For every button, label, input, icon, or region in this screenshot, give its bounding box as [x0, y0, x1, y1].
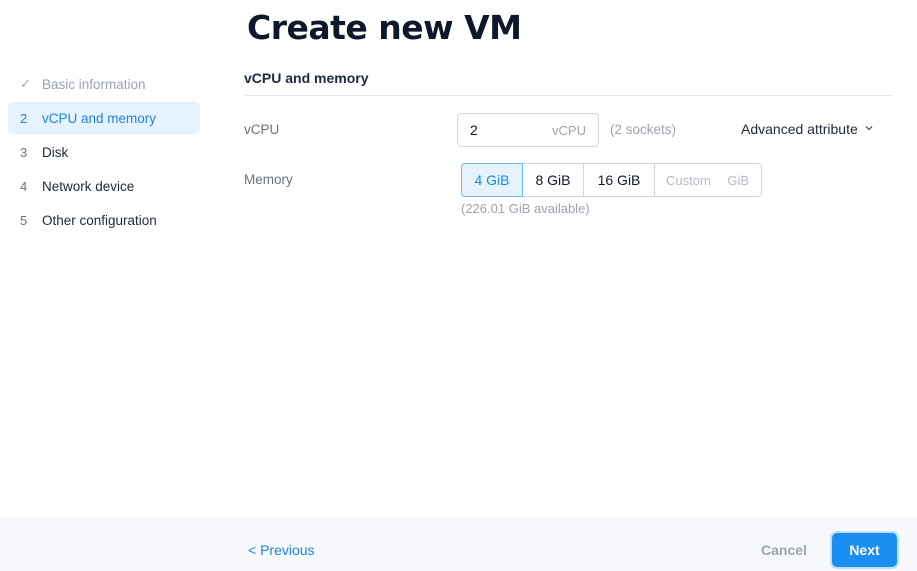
memory-available: (226.01 GiB available): [461, 201, 590, 216]
step-number: 2: [20, 110, 28, 126]
vcpu-unit: vCPU: [552, 122, 586, 138]
check-icon: ✓: [20, 76, 31, 91]
step-basic-information[interactable]: ✓ Basic information: [8, 68, 200, 100]
memory-label: Memory: [244, 172, 293, 187]
page-title: Create new VM: [247, 8, 522, 47]
step-label: Other configuration: [42, 212, 157, 228]
step-disk[interactable]: 3 Disk: [8, 136, 200, 168]
step-number: 4: [20, 178, 28, 194]
memory-option-8gib[interactable]: 8 GiB: [523, 163, 584, 197]
sockets-hint: (2 sockets): [610, 122, 677, 137]
wizard-steps: ✓ Basic information 2 vCPU and memory 3 …: [8, 68, 200, 238]
vcpu-value: 2: [470, 122, 478, 138]
memory-custom-placeholder: Custom: [666, 172, 711, 188]
step-number: 3: [20, 144, 28, 160]
memory-custom-unit: GiB: [727, 172, 749, 188]
advanced-attribute-label: Advanced attribute: [741, 121, 858, 137]
step-network-device[interactable]: 4 Network device: [8, 170, 200, 202]
step-label: Basic information: [42, 76, 146, 92]
vcpu-label: vCPU: [244, 122, 280, 137]
step-label: vCPU and memory: [42, 110, 157, 126]
previous-button[interactable]: < Previous: [248, 542, 315, 558]
cancel-button[interactable]: Cancel: [761, 542, 807, 558]
step-label: Disk: [42, 144, 69, 160]
step-number: 5: [20, 212, 28, 228]
step-vcpu-and-memory[interactable]: 2 vCPU and memory: [8, 102, 200, 134]
step-other-configuration[interactable]: 5 Other configuration: [8, 204, 200, 236]
advanced-attribute-dropdown[interactable]: Advanced attribute: [741, 121, 874, 137]
next-button[interactable]: Next: [832, 533, 897, 567]
section-title: vCPU and memory: [244, 70, 893, 96]
memory-option-4gib[interactable]: 4 GiB: [461, 163, 523, 197]
memory-custom-input[interactable]: Custom GiB: [655, 163, 762, 197]
memory-option-16gib[interactable]: 16 GiB: [584, 163, 655, 197]
step-label: Network device: [42, 178, 135, 194]
wizard-footer: < Previous Cancel Next: [0, 518, 917, 571]
create-vm-page: Create new VM ✓ Basic information 2 vCPU…: [0, 0, 917, 571]
memory-options: 4 GiB 8 GiB 16 GiB Custom GiB: [461, 163, 762, 197]
chevron-down-icon: [864, 123, 874, 136]
vcpu-input[interactable]: 2 vCPU: [457, 113, 599, 147]
